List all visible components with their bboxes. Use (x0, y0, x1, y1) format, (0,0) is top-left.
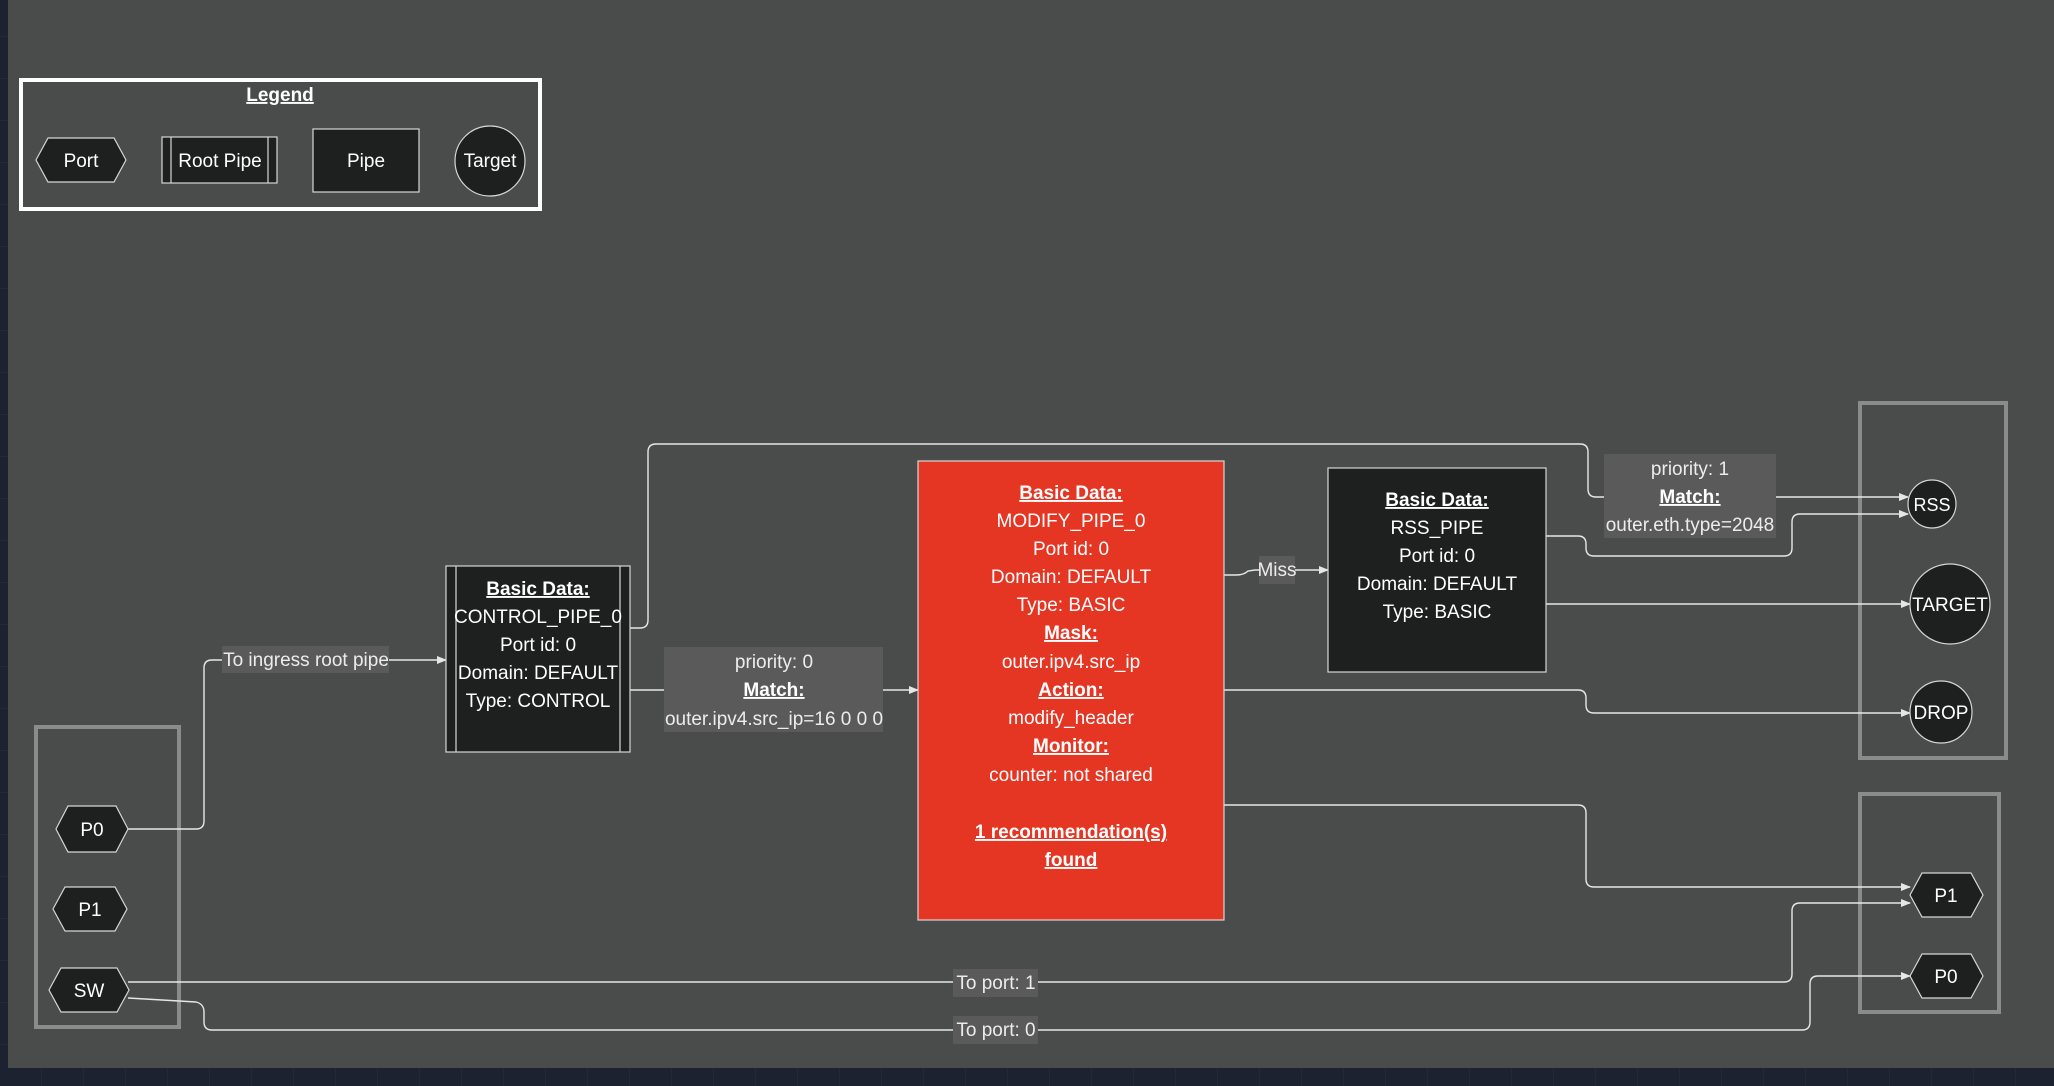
control-pipe-header: Basic Data: (486, 579, 590, 600)
rss-pipe-domain: Domain: DEFAULT (1357, 574, 1518, 595)
control-pipe-port-id: Port id: 0 (500, 635, 576, 656)
rss-pipe-type: Type: BASIC (1383, 602, 1492, 623)
modify-pipe-recommendation-line1[interactable]: 1 recommendation(s) (975, 822, 1167, 843)
input-port-sw[interactable]: SW (48, 967, 130, 1013)
modify-pipe-header: Basic Data: (1019, 483, 1123, 504)
output-port-p0-label: P0 (1934, 967, 1957, 988)
output-port-p0[interactable]: P0 (1909, 953, 1984, 999)
control-pipe-type: Type: CONTROL (466, 691, 611, 712)
legend-title: Legend (246, 85, 314, 106)
modify-pipe-mask-header: Mask: (1044, 623, 1098, 644)
modify-pipe-mask: outer.ipv4.src_ip (1002, 652, 1140, 673)
legend-target-label: Target (464, 151, 518, 172)
label-miss: Miss (1257, 560, 1296, 581)
label-to-port-0: To port: 0 (956, 1020, 1035, 1041)
modify-pipe-recommendation-line2[interactable]: found (1045, 850, 1098, 871)
control-pipe-name: CONTROL_PIPE_0 (454, 607, 622, 628)
target-target[interactable]: TARGET (1909, 563, 1991, 645)
label-ctrl-priority: priority: 0 (735, 652, 813, 673)
target-rss[interactable]: RSS (1907, 479, 1957, 529)
modify-pipe-action-header: Action: (1038, 680, 1103, 701)
target-target-label: TARGET (1912, 595, 1988, 616)
modify-pipe-monitor: counter: not shared (989, 765, 1153, 786)
legend: Legend Port Root Pipe Pipe Target (19, 78, 542, 211)
label-ctrl-match-header: Match: (743, 680, 804, 701)
legend-pipe-label: Pipe (347, 151, 385, 172)
modify-pipe-name: MODIFY_PIPE_0 (997, 511, 1146, 532)
modify-pipe-action: modify_header (1008, 708, 1134, 729)
input-port-p1-label: P1 (78, 900, 101, 921)
control-pipe-domain: Domain: DEFAULT (458, 663, 619, 684)
input-port-p0[interactable]: P0 (55, 805, 129, 853)
label-rss-priority: priority: 1 (1651, 459, 1729, 480)
label-rss-match-header: Match: (1659, 487, 1720, 508)
target-drop[interactable]: DROP (1909, 680, 1973, 744)
control-pipe-node[interactable]: Basic Data: CONTROL_PIPE_0 Port id: 0 Do… (445, 565, 631, 753)
output-port-p1-label: P1 (1934, 886, 1957, 907)
modify-pipe-type: Type: BASIC (1017, 595, 1126, 616)
target-drop-label: DROP (1914, 703, 1969, 724)
legend-root-pipe-label: Root Pipe (178, 151, 261, 172)
modify-pipe-monitor-header: Monitor: (1033, 736, 1109, 757)
modify-pipe-port-id: Port id: 0 (1033, 539, 1109, 560)
rss-pipe-name: RSS_PIPE (1391, 518, 1484, 539)
edge-modify-to-drop (1224, 689, 1911, 717)
input-port-p1[interactable]: P1 (52, 886, 128, 932)
target-rss-label: RSS (1913, 495, 1950, 515)
label-to-ingress: To ingress root pipe (223, 650, 389, 671)
input-port-p0-label: P0 (80, 820, 103, 841)
rss-pipe-port-id: Port id: 0 (1399, 546, 1475, 567)
modify-pipe-domain: Domain: DEFAULT (991, 567, 1152, 588)
label-ctrl-match: outer.ipv4.src_ip=16 0 0 0 (665, 709, 883, 730)
output-port-p1[interactable]: P1 (1909, 872, 1984, 918)
label-to-port-1: To port: 1 (956, 973, 1035, 994)
rss-pipe-node[interactable]: Basic Data: RSS_PIPE Port id: 0 Domain: … (1327, 467, 1547, 673)
edge-p0-to-control (128, 656, 447, 830)
label-rss-match: outer.eth.type=2048 (1606, 515, 1775, 536)
rss-pipe-header: Basic Data: (1385, 490, 1489, 511)
modify-pipe-node[interactable]: Basic Data: MODIFY_PIPE_0 Port id: 0 Dom… (917, 460, 1225, 921)
pipeline-diagram: Legend Port Root Pipe Pipe Target To ing… (19, 78, 2008, 1044)
edge-modify-to-p1 (1224, 804, 1911, 891)
legend-port-label: Port (64, 151, 100, 172)
input-port-sw-label: SW (74, 981, 105, 1002)
